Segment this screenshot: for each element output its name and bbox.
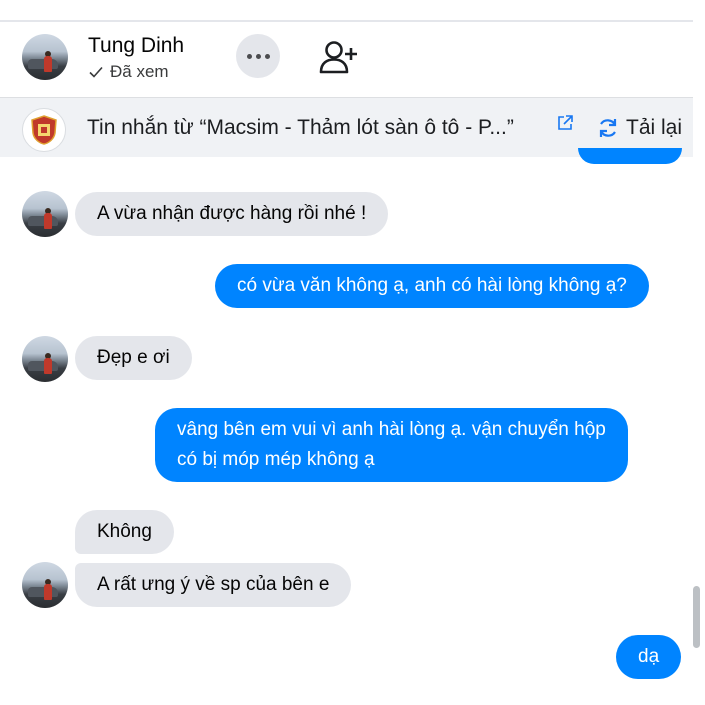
contact-avatar[interactable] — [22, 336, 68, 382]
more-dots-icon — [246, 53, 252, 59]
source-text: Tin nhắn từ “Macsim - Thảm lót sàn ô tô … — [87, 116, 514, 139]
refresh-icon — [599, 119, 617, 137]
more-options-button[interactable] — [236, 34, 280, 78]
checkmark-icon — [89, 66, 103, 78]
shield-logo-icon — [31, 115, 57, 145]
previous-outgoing-bubble — [578, 148, 682, 164]
incoming-message[interactable]: Không — [75, 510, 174, 554]
contact-name[interactable]: Tung Dinh — [88, 34, 184, 58]
scrollbar-thumb[interactable] — [693, 586, 700, 648]
contact-avatar[interactable] — [22, 562, 68, 608]
outgoing-message[interactable]: dạ — [616, 635, 682, 679]
page-logo — [22, 108, 66, 152]
contact-avatar[interactable] — [22, 34, 68, 80]
incoming-message[interactable]: A vừa nhận được hàng rồi nhé ! — [75, 192, 389, 236]
incoming-message[interactable]: Đẹp e ơi — [75, 336, 192, 380]
chat-header: Tung Dinh Đã xem — [0, 22, 705, 96]
message-line: vâng bên em vui vì anh hài lòng ạ. vận c… — [177, 419, 606, 440]
seen-status-label: Đã xem — [110, 62, 169, 81]
incoming-message[interactable]: A rất ưng ý về sp của bên e — [75, 563, 352, 607]
reload-label: Tải lại — [626, 116, 683, 139]
reload-button[interactable]: Tải lại — [596, 116, 682, 140]
outgoing-message[interactable]: vâng bên em vui vì anh hài lòng ạ. vận c… — [155, 408, 628, 482]
seen-status: Đã xem — [88, 62, 169, 82]
contact-avatar[interactable] — [22, 191, 68, 237]
external-link-icon[interactable] — [556, 114, 574, 132]
message-line: có bị móp mép không ạ — [177, 449, 375, 470]
outgoing-message[interactable]: có vừa văn không ạ, anh có hài lòng khôn… — [215, 264, 649, 308]
add-person-icon[interactable] — [318, 38, 360, 78]
